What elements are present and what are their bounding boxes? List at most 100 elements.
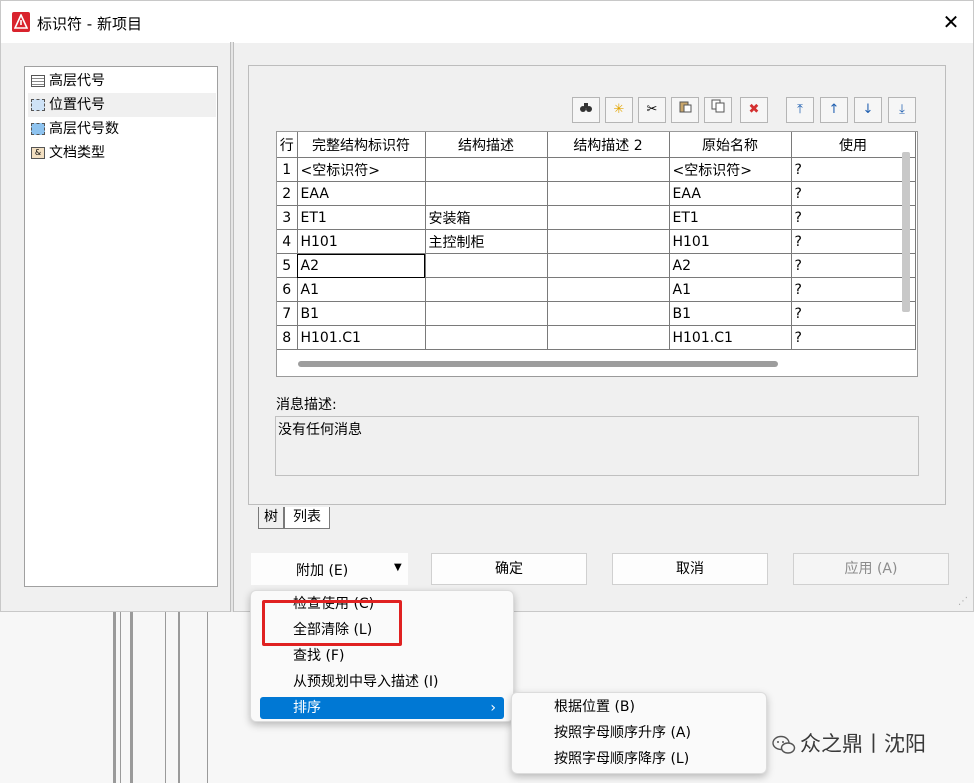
table-cell[interactable]: <空标识符> — [297, 157, 426, 182]
move-down-icon[interactable]: ↓ — [854, 97, 882, 123]
move-up-icon[interactable]: ↑ — [820, 97, 848, 123]
horizontal-scrollbar[interactable] — [298, 361, 778, 367]
find-icon[interactable] — [572, 97, 600, 123]
table-cell[interactable]: H101.C1 — [297, 325, 426, 350]
identifier-table[interactable]: 行 完整结构标识符 结构描述 结构描述 2 原始名称 使用 1 <空标识符> <… — [276, 131, 918, 377]
table-row[interactable]: 7 B1 B1 ? — [277, 301, 916, 326]
table-cell[interactable]: ? — [791, 205, 916, 230]
column-header[interactable]: 使用 — [791, 132, 916, 158]
table-cell[interactable] — [425, 253, 548, 278]
table-cell[interactable]: H101 — [669, 229, 792, 254]
column-header[interactable]: 结构描述 2 — [547, 132, 670, 158]
table-cell[interactable]: <空标识符> — [669, 157, 792, 182]
table-cell[interactable] — [547, 325, 670, 350]
paste-icon[interactable] — [671, 97, 699, 123]
table-cell[interactable]: ? — [791, 301, 916, 326]
table-cell[interactable]: ? — [791, 253, 916, 278]
copy-icon[interactable] — [704, 97, 732, 123]
attach-dropdown-button[interactable]: 附加 (E) — [251, 553, 408, 585]
row-number[interactable]: 7 — [277, 301, 298, 326]
table-cell[interactable]: ? — [791, 229, 916, 254]
table-row[interactable]: 1 <空标识符> <空标识符> ? — [277, 157, 916, 182]
document-icon: & — [31, 147, 45, 159]
submenu-item-ascending[interactable]: 按照字母顺序升序 (A) — [554, 722, 691, 744]
row-number[interactable]: 3 — [277, 205, 298, 230]
row-number[interactable]: 8 — [277, 325, 298, 350]
identifier-tree[interactable]: 高层代号 位置代号 高层代号数 & 文档类型 — [24, 66, 218, 587]
table-row[interactable]: 2 EAA EAA ? — [277, 181, 916, 206]
table-cell[interactable]: H101.C1 — [669, 325, 792, 350]
table-cell[interactable] — [547, 301, 670, 326]
tree-item-higher-level-number[interactable]: 高层代号数 — [28, 117, 216, 141]
table-cell[interactable] — [547, 157, 670, 182]
submenu-item-descending[interactable]: 按照字母顺序降序 (L) — [554, 748, 689, 770]
move-top-icon[interactable]: ⤒ — [786, 97, 814, 123]
column-header[interactable]: 结构描述 — [425, 132, 548, 158]
table-cell[interactable]: ? — [791, 181, 916, 206]
table-cell[interactable]: EAA — [669, 181, 792, 206]
column-header[interactable]: 原始名称 — [669, 132, 792, 158]
row-number[interactable]: 6 — [277, 277, 298, 302]
table-cell[interactable]: EAA — [297, 181, 426, 206]
tree-item-higher-level[interactable]: 高层代号 — [28, 69, 216, 93]
row-number[interactable]: 2 — [277, 181, 298, 206]
cut-icon[interactable]: ✂ — [638, 97, 666, 123]
ok-button[interactable]: 确定 — [431, 553, 587, 585]
delete-icon[interactable]: ✖ — [740, 97, 768, 123]
column-header[interactable]: 完整结构标识符 — [297, 132, 426, 158]
row-number[interactable]: 4 — [277, 229, 298, 254]
table-row[interactable]: 8 H101.C1 H101.C1 ? — [277, 325, 916, 350]
cancel-button[interactable]: 取消 — [612, 553, 768, 585]
chevron-down-icon[interactable]: ▼ — [394, 562, 402, 573]
table-cell[interactable] — [547, 181, 670, 206]
table-row[interactable]: 3 ET1 安装箱 ET1 ? — [277, 205, 916, 230]
resize-grip-icon[interactable]: ⋰ — [958, 596, 970, 608]
table-cell[interactable] — [425, 301, 548, 326]
splitter[interactable] — [230, 42, 234, 612]
table-cell[interactable]: ? — [791, 277, 916, 302]
tree-item-document-type[interactable]: & 文档类型 — [28, 141, 216, 165]
menu-item-import-descriptions[interactable]: 从预规划中导入描述 (I) — [293, 671, 439, 693]
table-row[interactable]: 5 A2 A2 ? — [277, 253, 916, 278]
submenu-item-by-position[interactable]: 根据位置 (B) — [554, 696, 635, 718]
title-bar[interactable]: 标识符 - 新项目 ✕ — [1, 1, 973, 43]
row-number[interactable]: 1 — [277, 157, 298, 182]
table-cell[interactable] — [425, 325, 548, 350]
tab-tree[interactable]: 树 — [258, 507, 284, 529]
table-cell[interactable]: B1 — [669, 301, 792, 326]
table-cell[interactable] — [547, 205, 670, 230]
table-cell[interactable]: ? — [791, 157, 916, 182]
table-cell[interactable]: H101 — [297, 229, 426, 254]
table-cell[interactable] — [547, 253, 670, 278]
table-cell[interactable]: ET1 — [669, 205, 792, 230]
tree-item-label: 文档类型 — [49, 145, 105, 161]
table-cell[interactable] — [547, 229, 670, 254]
row-number[interactable]: 5 — [277, 253, 298, 278]
table-cell[interactable] — [425, 181, 548, 206]
table-cell-focused[interactable]: A2 — [297, 253, 426, 278]
table-cell[interactable]: 主控制柜 — [425, 229, 548, 254]
tree-item-location[interactable]: 位置代号 — [28, 93, 216, 117]
table-cell[interactable] — [425, 157, 548, 182]
table-cell[interactable]: A1 — [297, 277, 426, 302]
menu-item-sort[interactable]: 排序 › — [260, 697, 504, 719]
close-icon[interactable]: ✕ — [939, 11, 963, 33]
table-cell[interactable] — [425, 277, 548, 302]
table-cell[interactable]: B1 — [297, 301, 426, 326]
table-cell[interactable]: ? — [791, 325, 916, 350]
table-cell[interactable]: ET1 — [297, 205, 426, 230]
table-row[interactable]: 6 A1 A1 ? — [277, 277, 916, 302]
table-cell[interactable] — [547, 277, 670, 302]
menu-item-find[interactable]: 查找 (F) — [293, 645, 344, 667]
vertical-scrollbar[interactable] — [902, 152, 910, 312]
column-header[interactable]: 行 — [277, 132, 298, 158]
new-icon[interactable]: ✳ — [605, 97, 633, 123]
table-cell[interactable]: A1 — [669, 277, 792, 302]
table-cell[interactable]: 安装箱 — [425, 205, 548, 230]
move-bottom-icon[interactable]: ⤓ — [888, 97, 916, 123]
tab-list[interactable]: 列表 — [284, 507, 330, 529]
background-divider — [130, 612, 133, 783]
sort-submenu: 根据位置 (B) 按照字母顺序升序 (A) 按照字母顺序降序 (L) — [511, 692, 767, 774]
table-cell[interactable]: A2 — [669, 253, 792, 278]
table-row[interactable]: 4 H101 主控制柜 H101 ? — [277, 229, 916, 254]
